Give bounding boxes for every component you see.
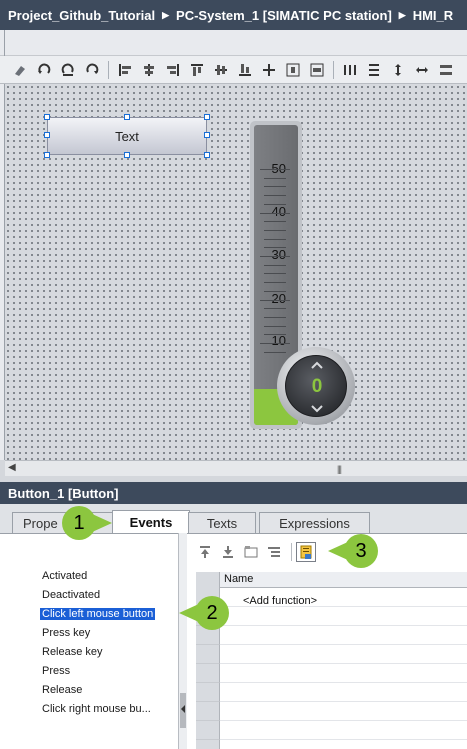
- event-item-click-right[interactable]: Click right mouse bu...: [42, 703, 151, 715]
- distribute-horizontal-icon[interactable]: [340, 60, 360, 80]
- collapse-arrow-icon[interactable]: [180, 705, 186, 713]
- resize-handle[interactable]: [44, 114, 50, 120]
- gauge-tick: [260, 343, 290, 344]
- tab-events[interactable]: Events: [112, 510, 190, 534]
- rotate-icon[interactable]: [34, 60, 54, 80]
- gauge-tick: [260, 212, 290, 214]
- text-button[interactable]: Text: [47, 117, 207, 155]
- resize-handle[interactable]: [44, 152, 50, 158]
- gauge-tick: [264, 325, 286, 327]
- resize-handle[interactable]: [124, 152, 130, 158]
- center-icon[interactable]: [259, 60, 279, 80]
- move-down-icon[interactable]: [218, 542, 238, 562]
- breadcrumb-item-hmi[interactable]: HMI_R: [413, 8, 453, 23]
- gauge-tick: [264, 351, 286, 353]
- breadcrumb-separator-icon: ▶: [398, 9, 406, 20]
- resize-handle[interactable]: [204, 114, 210, 120]
- resize-handle[interactable]: [44, 132, 50, 138]
- gauge-tick: [264, 229, 286, 231]
- event-item-deactivated[interactable]: Deactivated: [42, 589, 100, 601]
- gauge-scale-label: 30: [271, 247, 286, 262]
- event-item-click-left[interactable]: Click left mouse button: [40, 608, 156, 620]
- align-center-icon[interactable]: [139, 60, 159, 80]
- gauge-tick: [264, 316, 286, 318]
- chevron-up-icon: [310, 360, 324, 370]
- breadcrumb-separator-icon: ▶: [162, 9, 170, 20]
- io-field-knob[interactable]: 0: [277, 347, 355, 425]
- scroll-grip-icon[interactable]: |||: [337, 464, 342, 474]
- list-icon[interactable]: [264, 542, 284, 562]
- editor-toolbar: [0, 56, 467, 84]
- column-header-name[interactable]: Name: [224, 573, 253, 585]
- gauge-tick: [264, 334, 286, 336]
- gauge-tick: [260, 256, 290, 257]
- rotate-right-icon[interactable]: [82, 60, 102, 80]
- event-item-press[interactable]: Press: [42, 665, 70, 677]
- editor-header-strip: [0, 30, 467, 56]
- event-item-press-key[interactable]: Press key: [42, 627, 90, 639]
- group-icon[interactable]: [241, 542, 261, 562]
- resize-handle[interactable]: [204, 132, 210, 138]
- function-list-toolbar: [187, 534, 467, 570]
- inspector-title: Button_1 [Button]: [0, 482, 467, 504]
- align-bottom-icon[interactable]: [235, 60, 255, 80]
- tab-expressions[interactable]: Expressions: [259, 512, 370, 534]
- gauge-tick: [264, 264, 286, 266]
- tab-texts[interactable]: Texts: [188, 512, 256, 534]
- align-right-icon[interactable]: [163, 60, 183, 80]
- gauge-tick: [260, 169, 290, 170]
- breadcrumb-item-project[interactable]: Project_Github_Tutorial: [8, 8, 155, 23]
- callout-1: 1: [62, 506, 112, 540]
- resize-handle[interactable]: [204, 152, 210, 158]
- align-top-icon[interactable]: [187, 60, 207, 80]
- breadcrumb: Project_Github_Tutorial ▶ PC-System_1 [S…: [0, 0, 467, 30]
- gauge-tick: [264, 186, 286, 188]
- gauge-tick: [260, 299, 290, 301]
- callout-2: 2: [179, 596, 229, 630]
- gauge-scale-label: 20: [271, 291, 286, 306]
- gauge-tick: [264, 282, 286, 284]
- breadcrumb-item-pc-system[interactable]: PC-System_1 [SIMATIC PC station]: [176, 8, 392, 23]
- scroll-left-icon[interactable]: ◀: [8, 462, 16, 473]
- function-grid: [196, 588, 467, 749]
- callout-3: 3: [328, 534, 378, 568]
- format-painter-icon[interactable]: [10, 60, 30, 80]
- function-grid-header: Name: [196, 572, 467, 588]
- same-height-icon[interactable]: [388, 60, 408, 80]
- gauge-tick: [264, 177, 286, 179]
- callout-number: 2: [195, 596, 229, 630]
- move-up-icon[interactable]: [195, 542, 215, 562]
- callout-number: 1: [62, 506, 96, 540]
- event-list-scrollbar[interactable]: [178, 533, 187, 749]
- horizontal-scrollbar[interactable]: ◀ |||: [5, 460, 467, 476]
- distribute-vertical-icon[interactable]: [364, 60, 384, 80]
- script-icon[interactable]: [296, 542, 316, 562]
- event-item-release[interactable]: Release: [42, 684, 82, 696]
- same-size-icon[interactable]: [436, 60, 456, 80]
- align-left-icon[interactable]: [115, 60, 135, 80]
- center-vertical-icon[interactable]: [307, 60, 327, 80]
- callout-number: 3: [344, 534, 378, 568]
- gauge-tick: [264, 247, 286, 249]
- gauge-tick: [264, 221, 286, 223]
- event-list: Activated Deactivated Click left mouse b…: [0, 533, 178, 749]
- gauge-tick: [264, 273, 286, 275]
- center-horizontal-icon[interactable]: [283, 60, 303, 80]
- align-middle-icon[interactable]: [211, 60, 231, 80]
- gauge-tick: [264, 203, 286, 205]
- event-item-release-key[interactable]: Release key: [42, 646, 103, 658]
- knob-value: 0: [311, 376, 323, 397]
- gauge-tick: [264, 238, 286, 240]
- gauge-scale-label: 40: [271, 204, 286, 219]
- function-list-panel: Name <Add function>: [187, 533, 467, 749]
- chevron-down-icon: [310, 404, 324, 414]
- event-item-activated[interactable]: Activated: [42, 570, 87, 582]
- gauge-tick: [264, 290, 286, 292]
- add-function-cell[interactable]: <Add function>: [243, 595, 317, 607]
- same-width-icon[interactable]: [412, 60, 432, 80]
- gauge-tick: [264, 195, 286, 197]
- rotate-left-icon[interactable]: [58, 60, 78, 80]
- resize-handle[interactable]: [124, 114, 130, 120]
- gauge-tick: [264, 308, 286, 310]
